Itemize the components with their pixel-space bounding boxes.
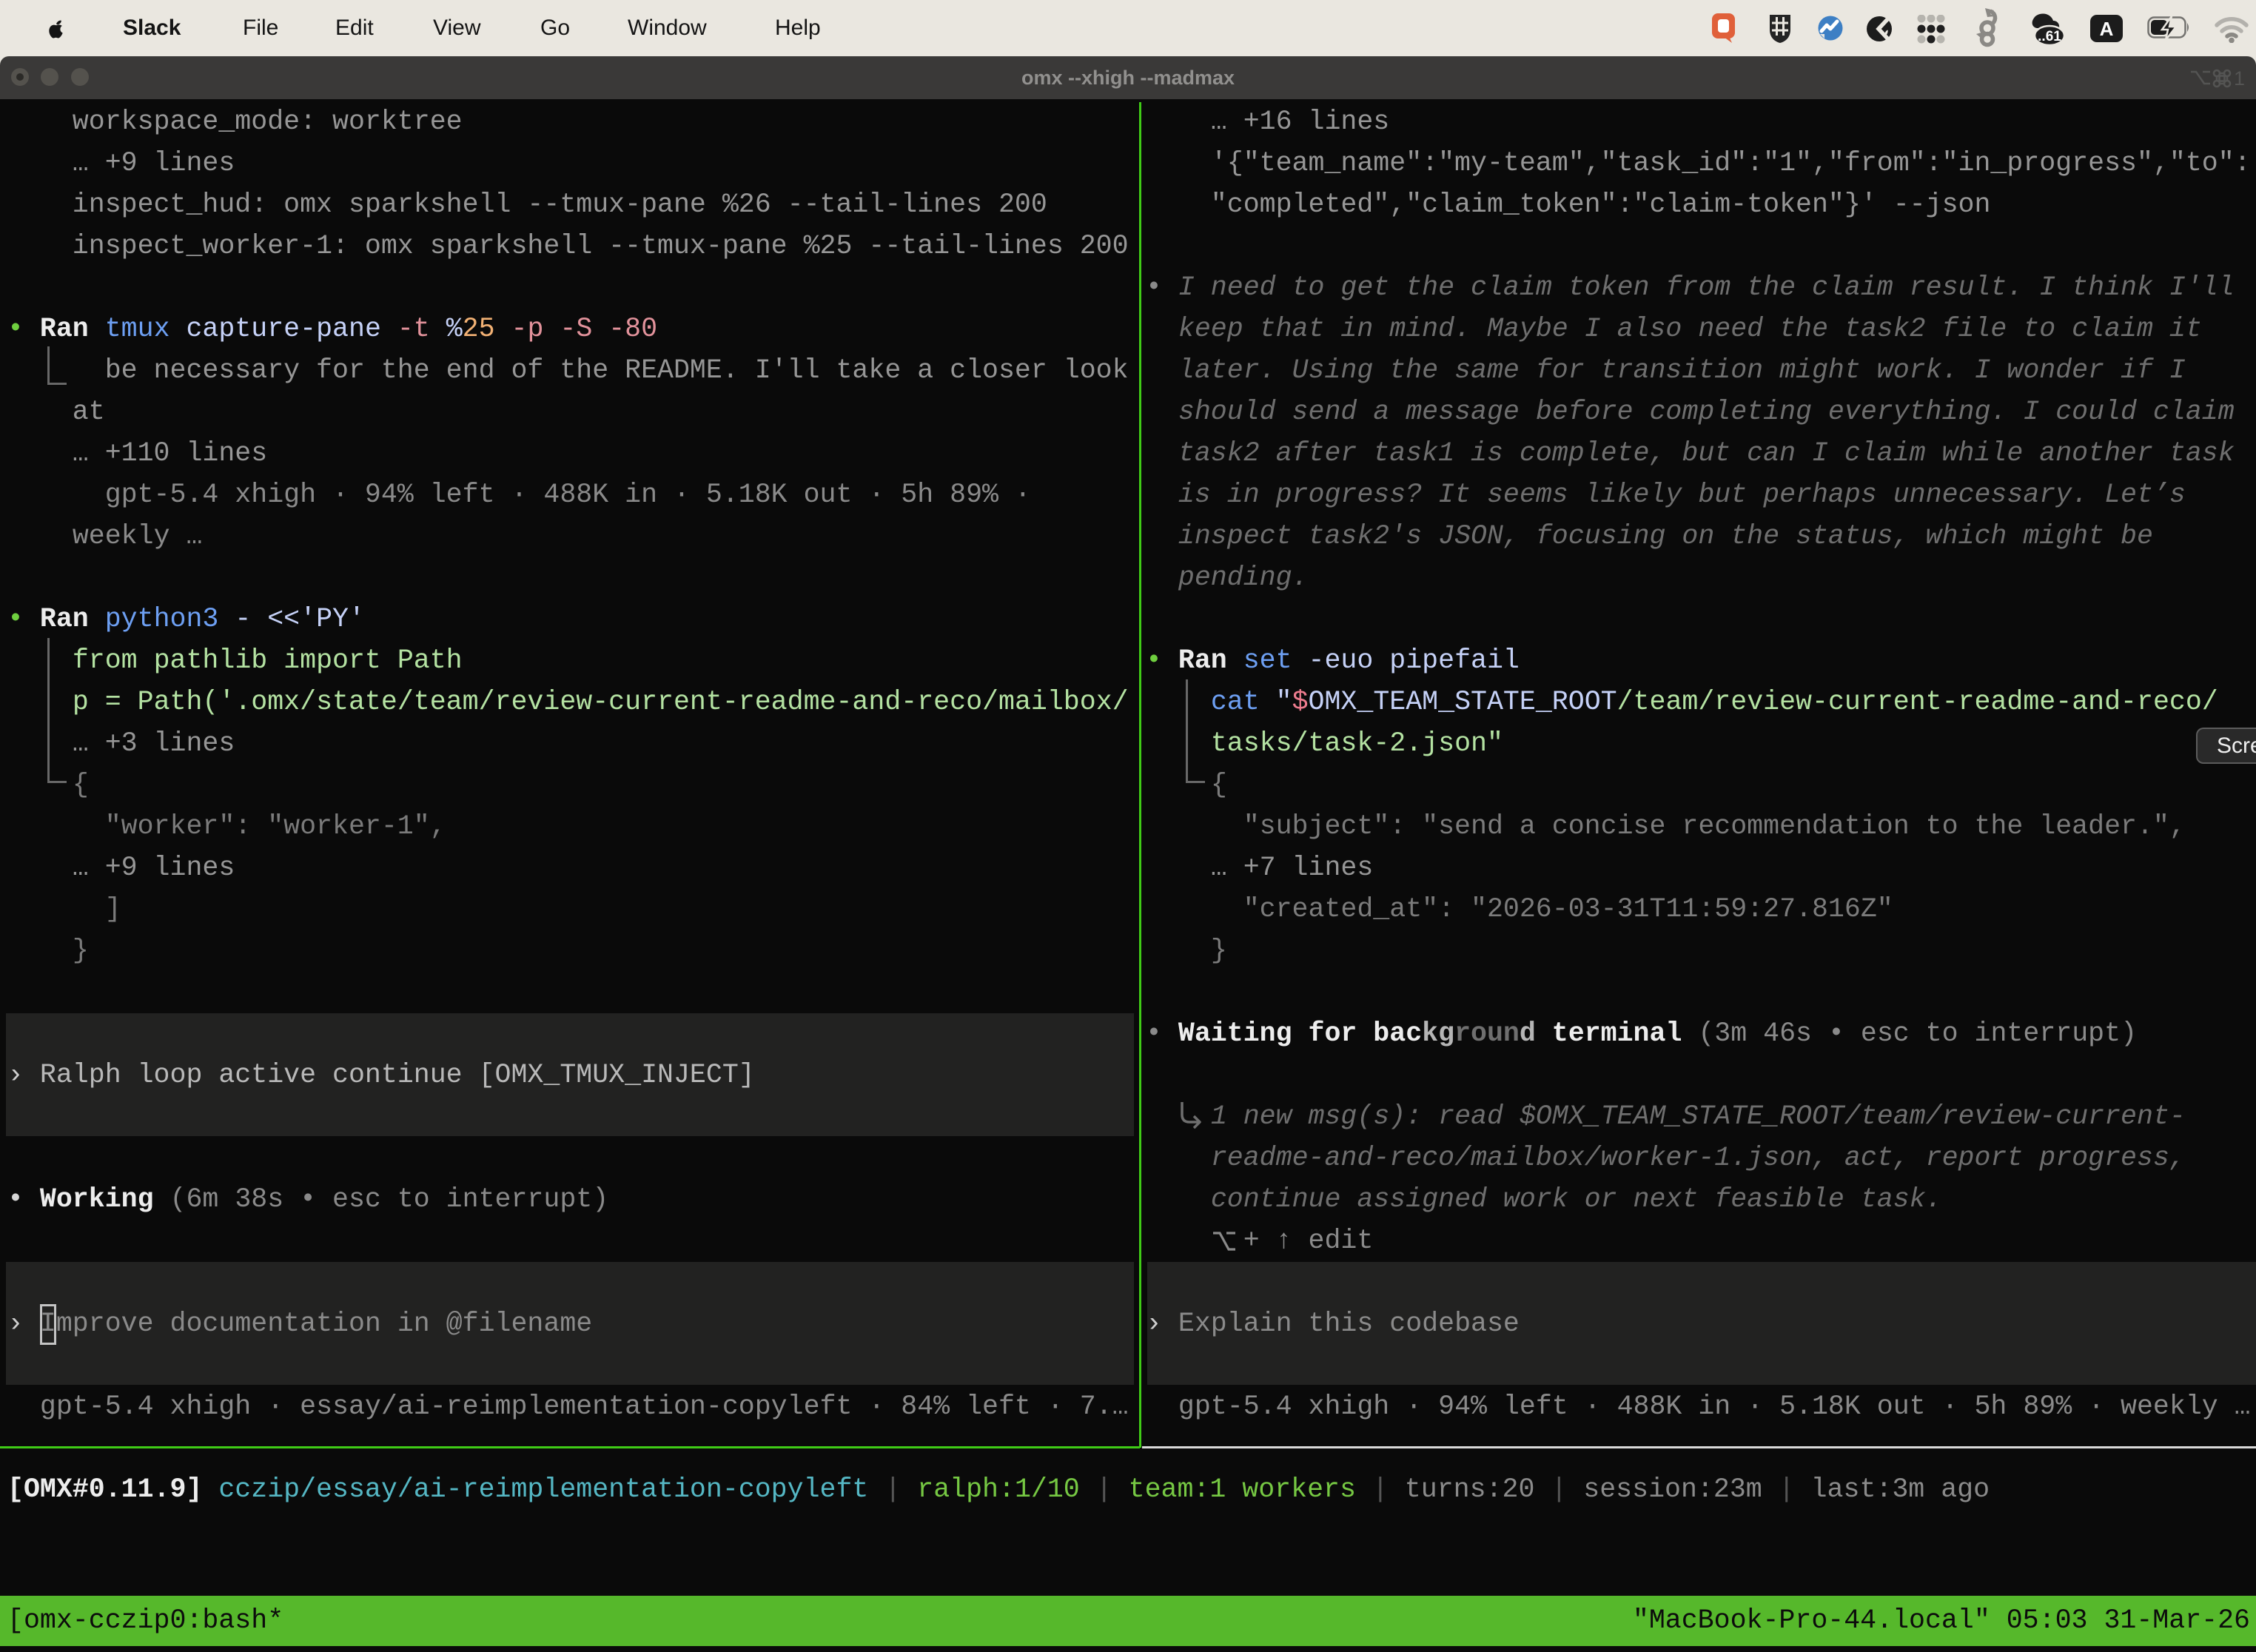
svg-text:..61: ..61: [2038, 29, 2061, 44]
svg-text:1: 1: [2234, 67, 2245, 90]
svg-text:A: A: [2100, 18, 2114, 40]
